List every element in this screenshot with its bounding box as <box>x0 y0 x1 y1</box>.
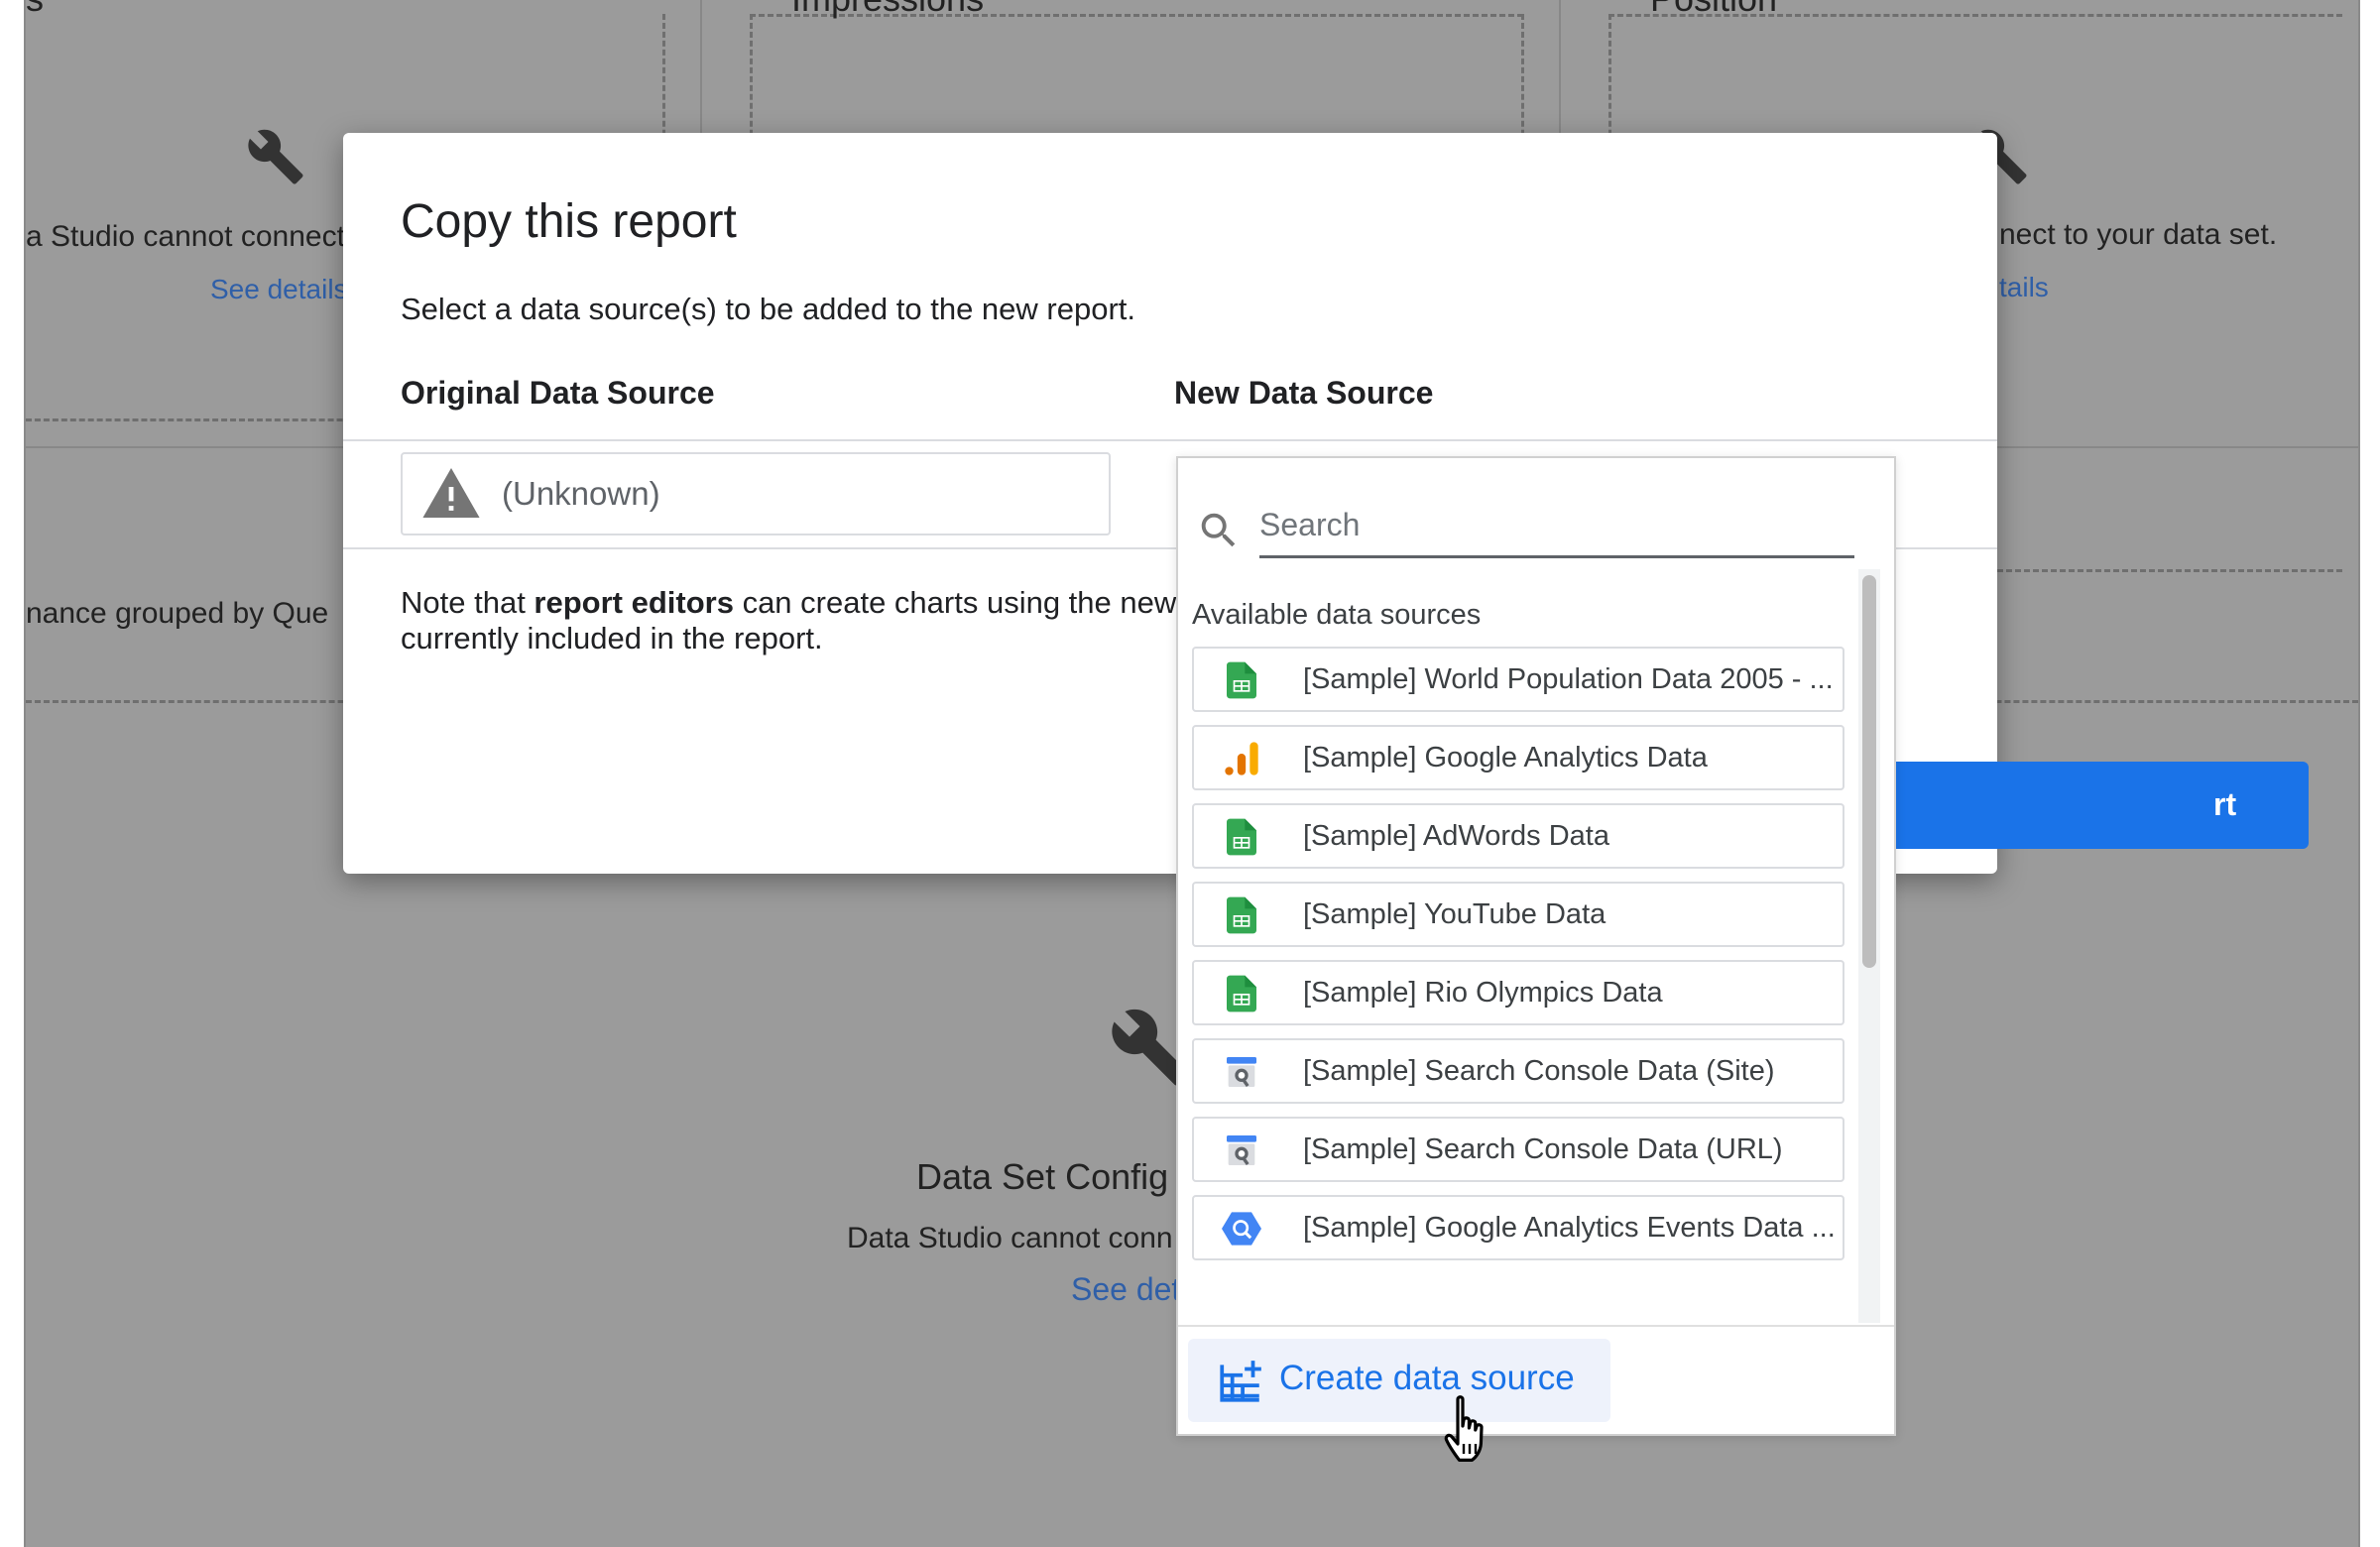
dialog-title: Copy this report <box>401 195 737 248</box>
data-source-item[interactable]: [Sample] YouTube Data <box>1192 882 1844 947</box>
copy-report-button[interactable]: rt <box>1870 762 2309 849</box>
search-icon <box>1201 513 1236 547</box>
data-source-label: [Sample] YouTube Data <box>1303 898 1606 930</box>
divider <box>343 439 1997 441</box>
config-error-title: Data Set Config <box>916 1156 1169 1197</box>
new-source-header: New Data Source <box>1174 375 1434 411</box>
note-text: Note that <box>401 585 535 620</box>
wrench-icon <box>248 129 303 184</box>
original-source-field: (Unknown) <box>401 452 1111 536</box>
config-error-message: Data Studio cannot conn <box>847 1222 1173 1254</box>
divider <box>1178 1325 1894 1327</box>
dialog-subtitle: Select a data source(s) to be added to t… <box>401 292 1136 326</box>
data-source-label: [Sample] Search Console Data (Site) <box>1303 1055 1775 1087</box>
data-source-item[interactable]: [Sample] World Population Data 2005 - ..… <box>1192 647 1844 712</box>
data-source-label: [Sample] Google Analytics Events Data ..… <box>1303 1212 1836 1244</box>
analytics-icon <box>1225 742 1258 775</box>
data-source-item[interactable]: [Sample] Rio Olympics Data <box>1192 960 1844 1025</box>
search-input[interactable] <box>1259 498 1854 558</box>
hand-pointer-cursor-icon <box>1444 1395 1484 1462</box>
tile-error-message: a Studio cannot connect <box>26 220 345 253</box>
bigquery-icon <box>1222 1212 1261 1246</box>
see-details-link[interactable]: See details <box>210 274 348 305</box>
create-data-source-button[interactable]: Create data source <box>1188 1339 1610 1422</box>
original-source-value: (Unknown) <box>502 475 660 512</box>
data-source-label: [Sample] Google Analytics Data <box>1303 742 1708 774</box>
sheets-icon <box>1227 818 1256 856</box>
create-data-source-label: Create data source <box>1279 1359 1575 1397</box>
placeholder-border <box>1979 569 2342 572</box>
add-data-source-icon <box>1220 1361 1261 1402</box>
sheets-icon <box>1227 896 1256 934</box>
see-details-link[interactable]: See det <box>1071 1271 1180 1308</box>
chart-title: nance grouped by Que <box>26 597 329 630</box>
data-source-item[interactable]: [Sample] AdWords Data <box>1192 803 1844 869</box>
data-source-item[interactable]: [Sample] Google Analytics Events Data ..… <box>1192 1195 1844 1260</box>
tile-title: Impressions <box>791 0 984 20</box>
data-source-label: [Sample] World Population Data 2005 - ..… <box>1303 663 1834 695</box>
search-console-icon <box>1227 1057 1256 1088</box>
data-source-item[interactable]: [Sample] Google Analytics Data <box>1192 725 1844 790</box>
see-details-link[interactable]: tails <box>1999 272 2049 303</box>
data-source-item[interactable]: [Sample] Search Console Data (Site) <box>1192 1038 1844 1104</box>
tile-title: s <box>26 0 44 20</box>
scrollbar-thumb[interactable] <box>1862 575 1876 968</box>
sheets-icon <box>1227 661 1256 699</box>
warning-icon <box>422 468 480 518</box>
tile-title: Position <box>1650 0 1777 20</box>
data-source-item[interactable]: [Sample] Search Console Data (URL) <box>1192 1117 1844 1182</box>
note-text: currently included in the report. <box>401 621 823 655</box>
copy-report-button-label: rt <box>2213 786 2237 822</box>
tile-error-message: nect to your data set. <box>1999 218 2278 251</box>
note-text: can create charts using the new <box>733 585 1177 620</box>
data-source-label: [Sample] Search Console Data (URL) <box>1303 1133 1783 1165</box>
note-bold-text: report editors <box>534 585 734 620</box>
sheets-icon <box>1227 975 1256 1012</box>
available-sources-label: Available data sources <box>1192 599 1482 631</box>
new-data-source-dropdown: Available data sources [Sample] World Po… <box>1176 456 1896 1436</box>
original-source-header: Original Data Source <box>401 375 715 411</box>
data-source-label: [Sample] AdWords Data <box>1303 820 1609 852</box>
search-console-icon <box>1227 1135 1256 1166</box>
data-source-label: [Sample] Rio Olympics Data <box>1303 977 1663 1009</box>
